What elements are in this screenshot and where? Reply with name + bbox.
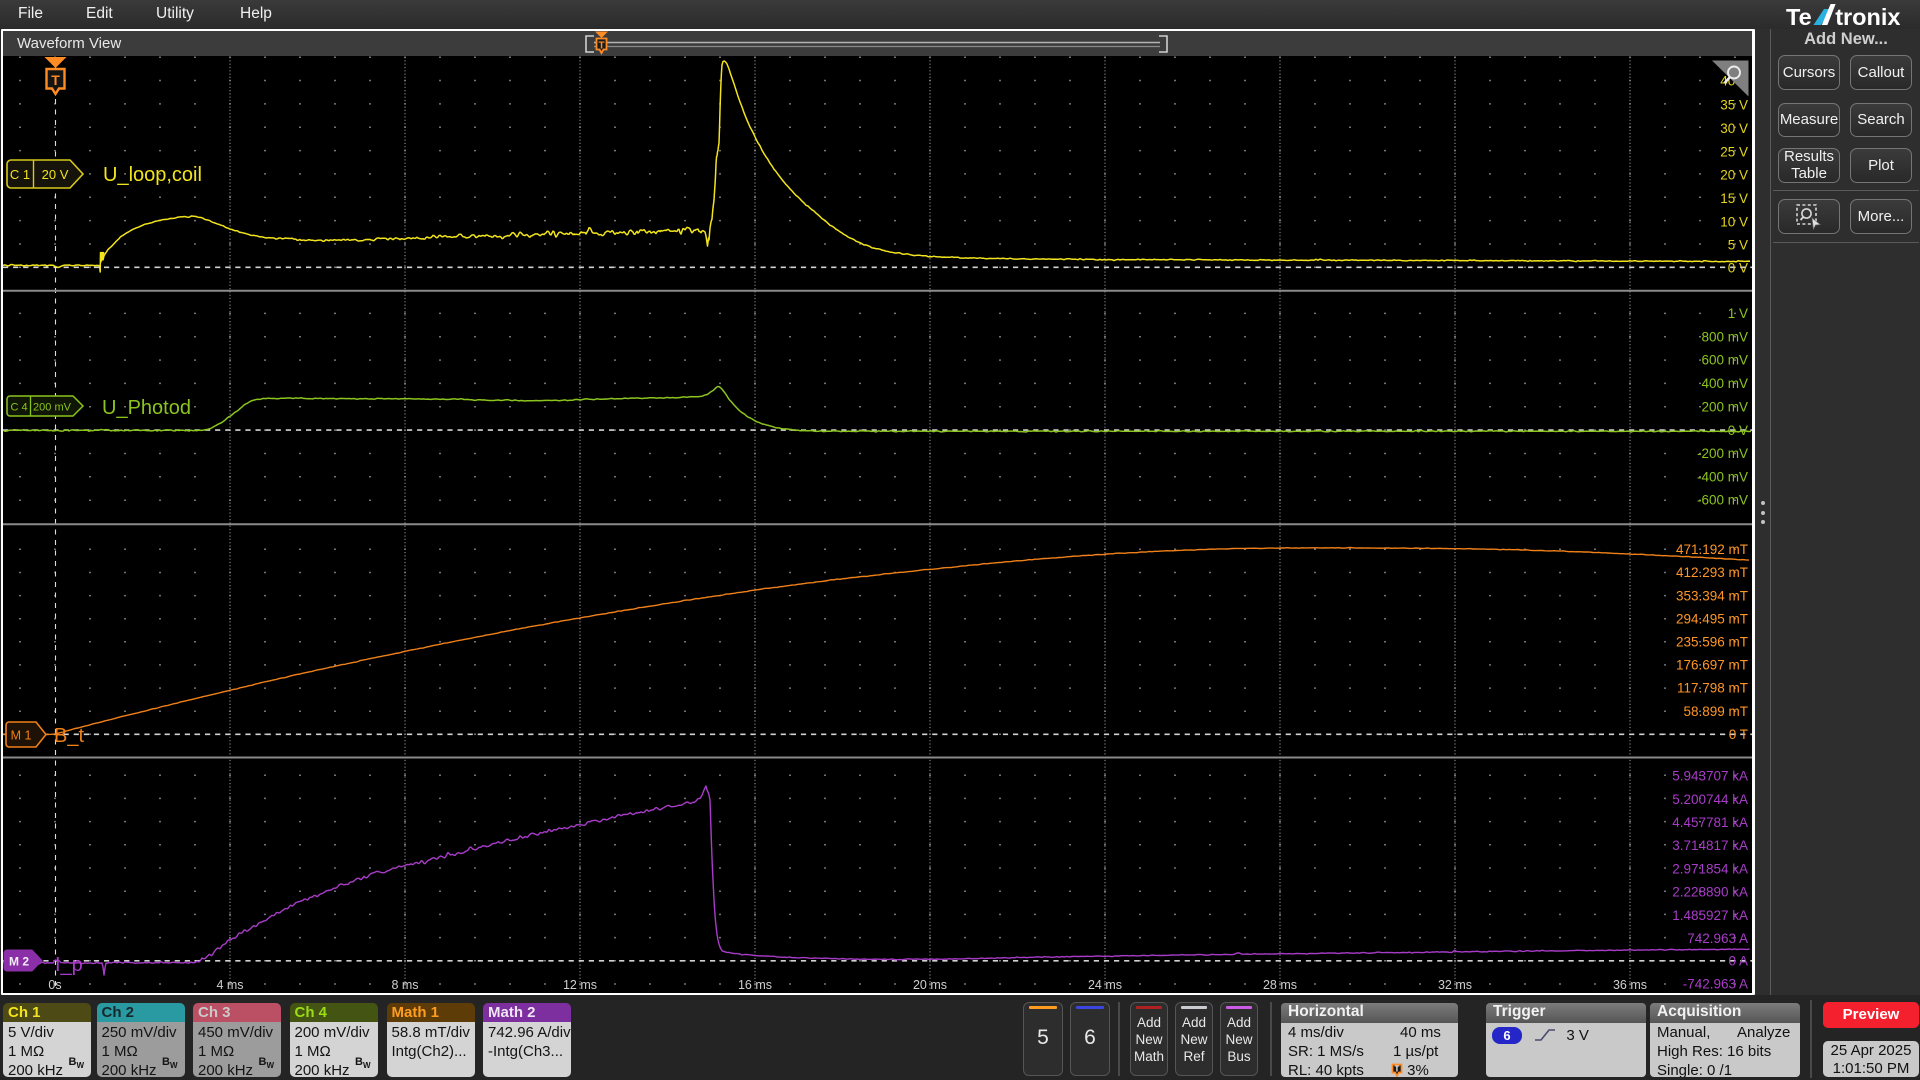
svg-text:32 ms: 32 ms bbox=[1438, 978, 1472, 992]
svg-text:176.697 mT: 176.697 mT bbox=[1676, 658, 1748, 673]
svg-text:U_Photod: U_Photod bbox=[102, 397, 191, 419]
svg-text:0 T: 0 T bbox=[1729, 727, 1748, 742]
svg-text:2.971854 kA: 2.971854 kA bbox=[1672, 861, 1748, 876]
svg-text:800 mV: 800 mV bbox=[1701, 329, 1748, 344]
svg-text:600 mV: 600 mV bbox=[1701, 353, 1748, 368]
svg-text:T: T bbox=[1395, 1065, 1400, 1074]
svg-text:Te: Te bbox=[1786, 4, 1812, 28]
svg-text:C 4: C 4 bbox=[10, 402, 27, 414]
svg-text:16 ms: 16 ms bbox=[738, 978, 772, 992]
svg-text:10 V: 10 V bbox=[1720, 214, 1748, 229]
svg-text:-600 mV: -600 mV bbox=[1697, 493, 1748, 508]
svg-text:U_loop,coil: U_loop,coil bbox=[103, 164, 202, 186]
svg-text:0s: 0s bbox=[48, 978, 61, 992]
svg-text:20 ms: 20 ms bbox=[913, 978, 947, 992]
svg-text:tronix: tronix bbox=[1835, 4, 1900, 28]
svg-text:5.943707 kA: 5.943707 kA bbox=[1672, 769, 1748, 784]
svg-text:353.394 mT: 353.394 mT bbox=[1676, 588, 1748, 603]
svg-text:36 ms: 36 ms bbox=[1613, 978, 1647, 992]
svg-text:I_p: I_p bbox=[55, 954, 83, 976]
svg-text:15 V: 15 V bbox=[1720, 191, 1748, 206]
svg-text:58.899 mT: 58.899 mT bbox=[1683, 704, 1748, 719]
svg-text:C 1: C 1 bbox=[10, 167, 30, 182]
svg-text:294.495 mT: 294.495 mT bbox=[1676, 611, 1748, 626]
svg-text:20 V: 20 V bbox=[1720, 168, 1748, 183]
svg-text:35 V: 35 V bbox=[1720, 98, 1748, 113]
svg-text:-200 mV: -200 mV bbox=[1697, 446, 1748, 461]
svg-text:117.798 mT: 117.798 mT bbox=[1677, 681, 1748, 696]
svg-text:B_t: B_t bbox=[54, 725, 84, 747]
svg-text:25 V: 25 V bbox=[1720, 144, 1748, 159]
svg-text:4.457781 kA: 4.457781 kA bbox=[1672, 815, 1748, 830]
svg-text:1.485927 kA: 1.485927 kA bbox=[1672, 908, 1748, 923]
svg-text:200 mV: 200 mV bbox=[33, 402, 72, 414]
svg-text:-742.963 A: -742.963 A bbox=[1683, 977, 1748, 992]
svg-text:742.963 A: 742.963 A bbox=[1687, 931, 1748, 946]
svg-text:4 ms: 4 ms bbox=[216, 978, 243, 992]
svg-text:471.192 mT: 471.192 mT bbox=[1676, 542, 1748, 557]
svg-text:0 V: 0 V bbox=[1728, 423, 1748, 438]
svg-text:12 ms: 12 ms bbox=[563, 978, 597, 992]
svg-text:1 V: 1 V bbox=[1728, 306, 1748, 321]
svg-text:412.293 mT: 412.293 mT bbox=[1676, 565, 1748, 580]
svg-text:M 2: M 2 bbox=[9, 955, 29, 969]
svg-text:235.596 mT: 235.596 mT bbox=[1676, 635, 1748, 650]
svg-text:5.200744 kA: 5.200744 kA bbox=[1672, 792, 1748, 807]
svg-text:200 mV: 200 mV bbox=[1701, 399, 1748, 414]
svg-text:0 V: 0 V bbox=[1728, 261, 1748, 276]
svg-text:T: T bbox=[598, 41, 604, 52]
svg-text:30 V: 30 V bbox=[1720, 121, 1748, 136]
svg-text:400 mV: 400 mV bbox=[1701, 376, 1748, 391]
svg-text:8 ms: 8 ms bbox=[391, 978, 418, 992]
svg-text:3.714817 kA: 3.714817 kA bbox=[1672, 838, 1748, 853]
svg-text:24 ms: 24 ms bbox=[1088, 978, 1122, 992]
svg-text:-400 mV: -400 mV bbox=[1697, 469, 1748, 484]
svg-text:2.228890 kA: 2.228890 kA bbox=[1672, 885, 1748, 900]
svg-text:28 ms: 28 ms bbox=[1263, 978, 1297, 992]
svg-text:20 V: 20 V bbox=[42, 167, 69, 182]
svg-text:0 A: 0 A bbox=[1728, 954, 1748, 969]
svg-text:M 1: M 1 bbox=[11, 729, 32, 743]
svg-text:5 V: 5 V bbox=[1728, 238, 1748, 253]
svg-text:T: T bbox=[51, 72, 60, 88]
